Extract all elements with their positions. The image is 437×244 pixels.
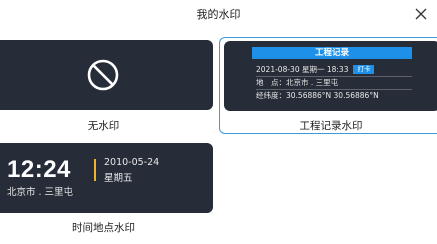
location-value: 北京市 . 三里屯 (286, 78, 339, 87)
engineering-title: 工程记录 (252, 47, 412, 59)
panel-title: 我的水印 (196, 8, 241, 21)
location-display: 北京市 . 三里屯 (7, 187, 74, 198)
watermark-option-engineering[interactable]: 工程记录 2021-08-30 星期一 18:33 打卡 地 点：北京市 . 三里… (224, 41, 437, 111)
engineering-datetime-row: 2021-08-30 星期一 18:33 打卡 (256, 65, 375, 75)
time-separator-bar (94, 159, 96, 181)
engineering-location-row: 地 点：北京市 . 三里屯 (256, 78, 338, 88)
watermark-label-engineering: 工程记录水印 (299, 120, 363, 132)
close-icon (415, 8, 427, 20)
watermark-option-none[interactable] (0, 40, 213, 110)
panel-header: 我的水印 (0, 0, 437, 28)
coords-value: 30.56886°N 30.56886°N (286, 91, 379, 100)
engineering-coords-row: 经纬度：30.56886°N 30.56886°N (256, 91, 379, 101)
close-button[interactable] (410, 3, 432, 25)
divider (256, 89, 412, 90)
watermark-label-time-location: 时间地点水印 (72, 222, 135, 234)
time-display: 12:24 (7, 156, 71, 183)
checkin-badge: 打卡 (353, 65, 375, 74)
watermark-panel: 我的水印 无水印 工程记录 2021-08-30 星期一 18:33 打卡 地 点… (0, 0, 437, 244)
date-display: 2010-05-24 (104, 157, 160, 168)
coords-label: 经纬度： (256, 91, 286, 100)
ban-icon (87, 59, 119, 91)
location-label: 地 点： (256, 78, 286, 87)
watermark-option-time-location[interactable]: 12:24 2010-05-24 星期五 北京市 . 三里屯 (0, 143, 213, 213)
divider (256, 76, 412, 77)
weekday-display: 星期五 (104, 173, 133, 184)
watermark-label-none: 无水印 (87, 120, 120, 132)
engineering-datetime: 2021-08-30 星期一 18:33 (256, 65, 349, 74)
